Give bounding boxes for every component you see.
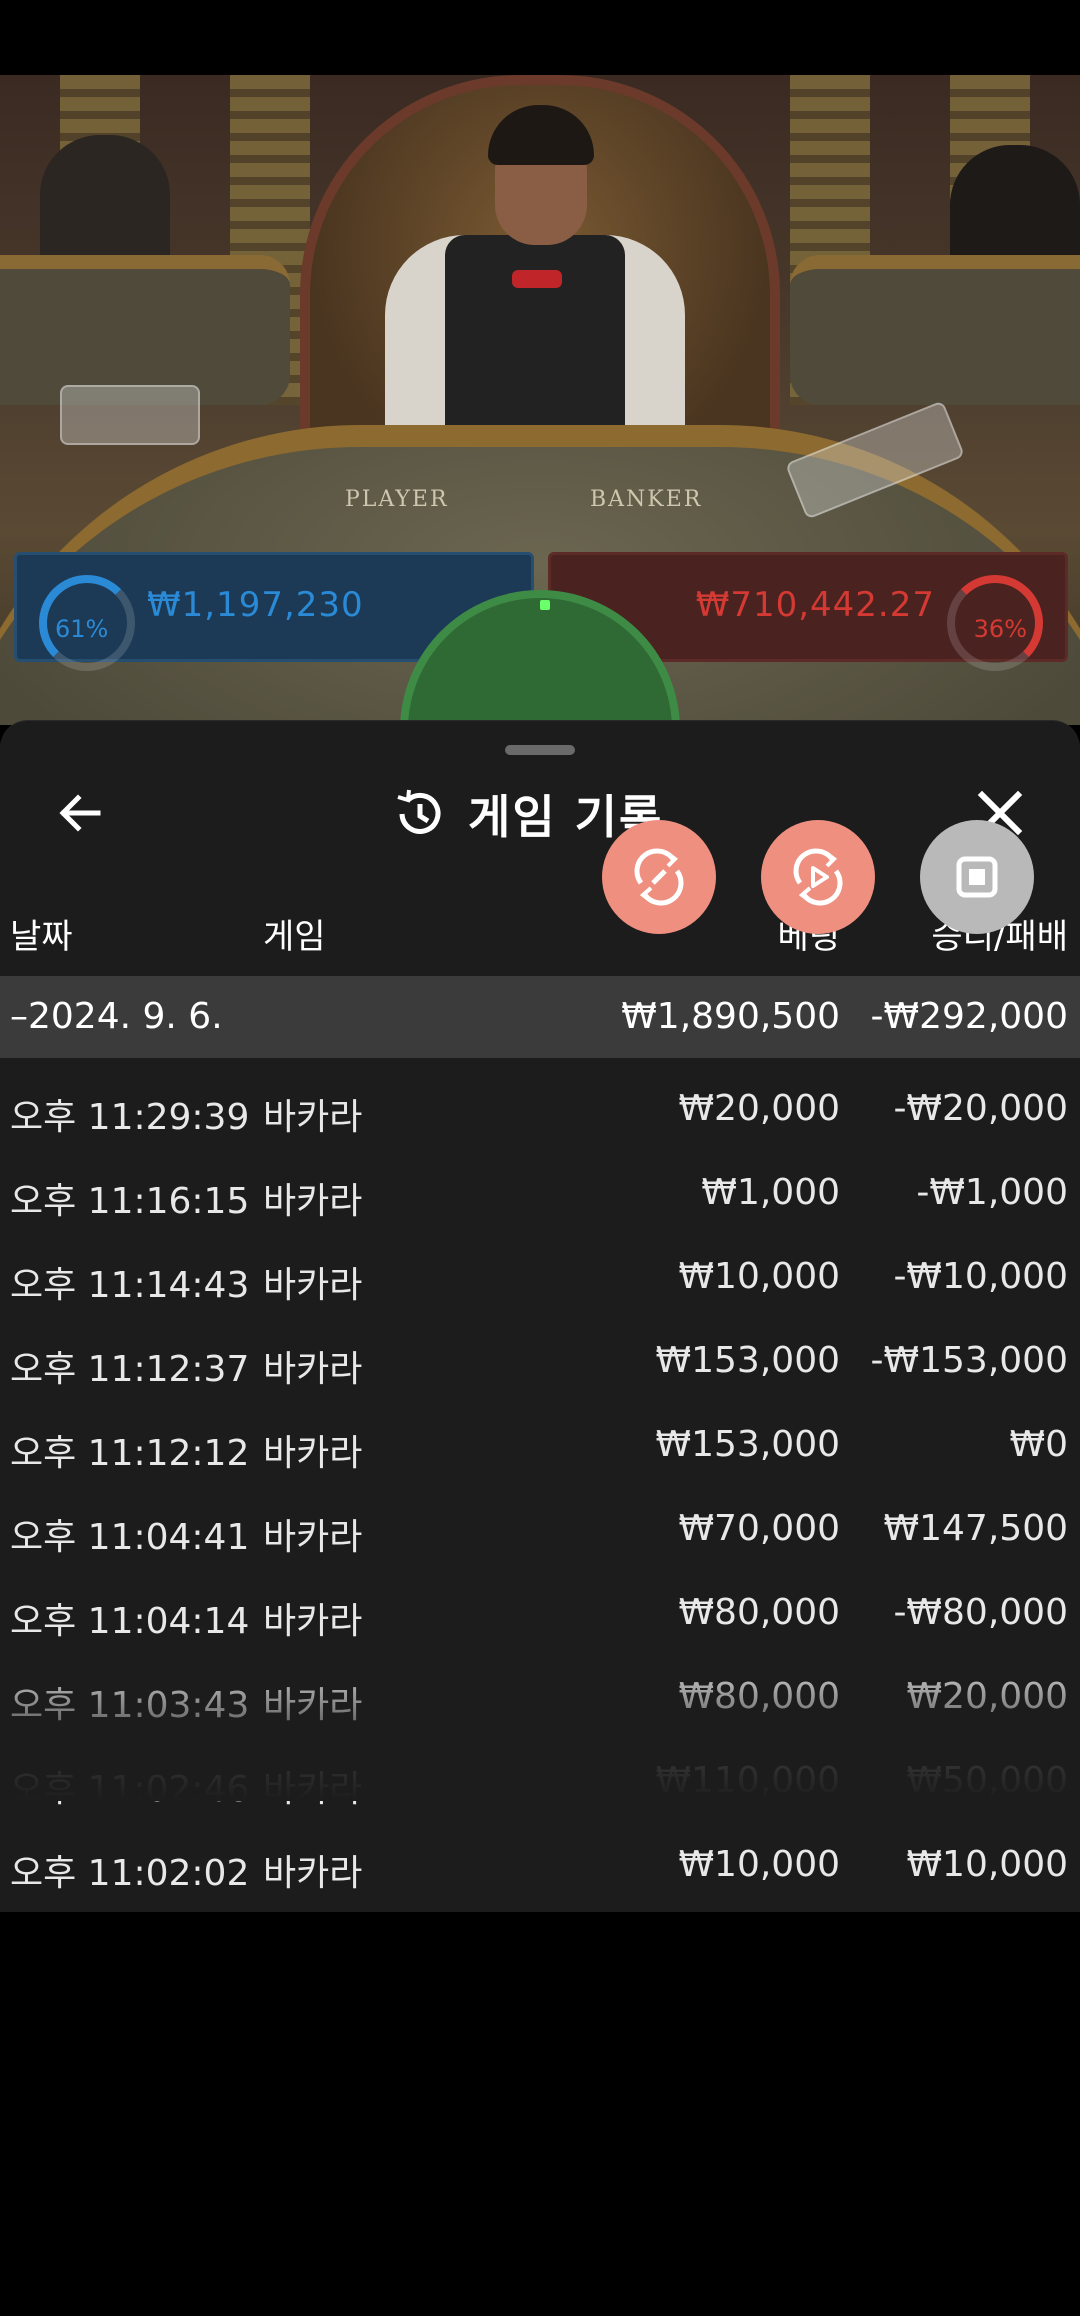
history-row[interactable]: 오후 11:29:39 바카라 ₩20,000 -₩20,000: [0, 1066, 1080, 1150]
history-row[interactable]: 오후 11:14:43 바카라 ₩10,000 -₩10,000: [0, 1234, 1080, 1318]
row-time: 오후 11:02:02: [10, 1853, 250, 1894]
arrow-left-icon: [59, 794, 101, 832]
row-bet: ₩153,000: [655, 1424, 840, 1465]
rotate-link-icon: [634, 848, 684, 906]
rotate-play-button[interactable]: [761, 820, 875, 934]
row-game: 바카라: [263, 1517, 363, 1558]
row-bet: ₩80,000: [678, 1676, 840, 1717]
rotate-play-icon: [793, 848, 843, 906]
table-banker-label: BANKER: [590, 487, 703, 512]
row-bet: ₩153,000: [655, 1340, 840, 1381]
row-result: -₩80,000: [893, 1592, 1068, 1633]
row-bet: ₩20,000: [678, 1088, 840, 1129]
row-game: 바카라: [263, 1601, 363, 1642]
side-table-right: [790, 255, 1080, 405]
row-result: ₩50,000: [906, 1760, 1068, 1801]
card-shoe-left: [60, 385, 200, 445]
date-group-result-total: -₩292,000: [870, 996, 1068, 1037]
stop-icon: [956, 856, 998, 898]
row-bet: ₩10,000: [678, 1256, 840, 1297]
row-result: ₩10,000: [906, 1844, 1068, 1885]
row-result: ₩0: [1009, 1424, 1069, 1465]
rotate-link-button[interactable]: [602, 820, 716, 934]
history-row[interactable]: 오후 11:02:46 바카라 ₩110,000 ₩50,000: [0, 1738, 1080, 1822]
row-bet: ₩110,000: [655, 1760, 840, 1801]
row-bet: ₩1,000: [701, 1172, 840, 1213]
player-bet-amount: ₩1,197,230: [147, 585, 364, 625]
banker-bet-amount: ₩710,442.27: [695, 585, 935, 625]
history-row[interactable]: 오후 11:03:43 바카라 ₩80,000 ₩20,000: [0, 1654, 1080, 1738]
history-row[interactable]: 오후 11:12:12 바카라 ₩153,000 ₩0: [0, 1402, 1080, 1486]
row-game: 바카라: [263, 1181, 363, 1222]
row-time: 오후 11:16:15: [10, 1181, 250, 1222]
date-group-row[interactable]: –2024. 9. 6. ₩1,890,500 -₩292,000: [0, 976, 1080, 1058]
row-time: 오후 11:04:14: [10, 1601, 250, 1642]
column-header-date[interactable]: 날짜: [10, 909, 73, 958]
history-row[interactable]: 오후 11:04:41 바카라 ₩70,000 ₩147,500: [0, 1486, 1080, 1570]
row-time: 오후 11:03:43: [10, 1685, 250, 1726]
row-game: 바카라: [263, 1769, 363, 1810]
row-game: 바카라: [263, 1433, 363, 1474]
game-history-sheet: 게임 기록 날짜 게임 베팅 승리/패배 –2024. 9. 6. ₩1,890…: [0, 720, 1080, 1912]
row-game: 바카라: [263, 1097, 363, 1138]
dealer-bowtie: [512, 270, 562, 288]
date-group-label: –2024. 9. 6.: [10, 996, 223, 1037]
history-row[interactable]: 오후 11:02:02 바카라 ₩10,000 ₩10,000: [0, 1822, 1080, 1906]
history-list: 오후 11:29:39 바카라 ₩20,000 -₩20,000 오후 11:1…: [0, 1066, 1080, 1906]
row-time: 오후 11:12:37: [10, 1349, 250, 1390]
row-result: -₩1,000: [916, 1172, 1068, 1213]
row-time: 오후 11:02:46: [10, 1769, 250, 1810]
row-result: ₩20,000: [906, 1676, 1068, 1717]
row-result: -₩20,000: [893, 1088, 1068, 1129]
stop-button[interactable]: [920, 820, 1034, 934]
row-game: 바카라: [263, 1349, 363, 1390]
row-time: 오후 11:12:12: [10, 1433, 250, 1474]
row-game: 바카라: [263, 1685, 363, 1726]
history-icon: [397, 789, 441, 834]
history-row[interactable]: 오후 11:04:14 바카라 ₩80,000 -₩80,000: [0, 1570, 1080, 1654]
row-result: -₩153,000: [870, 1340, 1068, 1381]
row-result: ₩147,500: [883, 1508, 1068, 1549]
row-time: 오후 11:29:39: [10, 1097, 250, 1138]
sheet-grabber[interactable]: [505, 745, 575, 755]
row-game: 바카라: [263, 1265, 363, 1306]
history-row[interactable]: 오후 11:16:15 바카라 ₩1,000 -₩1,000: [0, 1150, 1080, 1234]
side-table-left: [0, 255, 290, 405]
timer-indicator: [540, 600, 550, 610]
row-bet: ₩10,000: [678, 1844, 840, 1885]
row-result: -₩10,000: [893, 1256, 1068, 1297]
row-time: 오후 11:14:43: [10, 1265, 250, 1306]
player-percent: 61%: [55, 615, 109, 643]
banker-percent: 36%: [973, 615, 1027, 643]
back-button[interactable]: [50, 783, 110, 843]
date-group-bet-total: ₩1,890,500: [621, 996, 840, 1037]
row-bet: ₩80,000: [678, 1592, 840, 1633]
column-header-game[interactable]: 게임: [263, 909, 326, 958]
history-row[interactable]: 오후 11:12:37 바카라 ₩153,000 -₩153,000: [0, 1318, 1080, 1402]
row-time: 오후 11:04:41: [10, 1517, 250, 1558]
table-player-label: PLAYER: [345, 487, 449, 512]
row-game: 바카라: [263, 1853, 363, 1894]
row-bet: ₩70,000: [678, 1508, 840, 1549]
